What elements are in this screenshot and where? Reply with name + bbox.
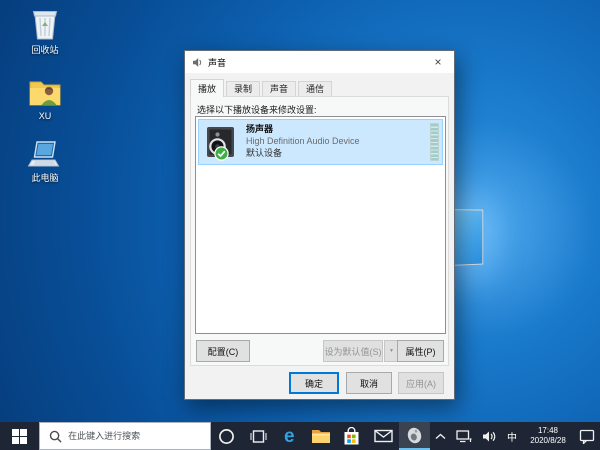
speaker-title-icon xyxy=(192,57,203,68)
task-view-icon xyxy=(249,429,267,443)
properties-button[interactable]: 属性(P) xyxy=(397,340,444,362)
this-pc-icon xyxy=(12,134,78,170)
device-description: High Definition Audio Device xyxy=(246,136,360,146)
sound-app-button[interactable] xyxy=(398,422,430,450)
edge-button[interactable]: e xyxy=(274,422,305,450)
desktop-icon-user-folder[interactable]: XU xyxy=(12,72,78,121)
network-icon xyxy=(456,429,472,442)
apply-button[interactable]: 应用(A) xyxy=(398,372,444,394)
network-tray-button[interactable] xyxy=(451,422,477,450)
sound-app-icon xyxy=(407,427,422,443)
chevron-up-icon xyxy=(435,433,446,439)
cortana-icon xyxy=(219,428,235,444)
device-default-status: 默认设备 xyxy=(246,148,283,158)
dialog-titlebar: 声音 × xyxy=(185,51,454,73)
start-button[interactable] xyxy=(0,422,39,450)
playback-device-list: 扬声器 High Definition Audio Device 默认设备 xyxy=(195,116,446,334)
windows-start-icon xyxy=(12,428,28,444)
store-button[interactable] xyxy=(336,422,367,450)
store-icon xyxy=(344,426,359,444)
ime-indicator[interactable]: 中 xyxy=(502,422,522,450)
close-icon[interactable]: × xyxy=(422,51,454,72)
ok-button[interactable]: 确定 xyxy=(289,372,339,394)
set-default-button[interactable]: 设为默认值(S) xyxy=(323,340,383,362)
action-center-button[interactable] xyxy=(574,422,600,450)
user-folder-icon xyxy=(12,72,78,108)
action-center-icon xyxy=(579,429,595,444)
desktop-icon-this-pc[interactable]: 此电脑 xyxy=(12,134,78,183)
sound-dialog: 声音 × 播放 录制 声音 通信 选择以下播放设备来修改设置: 扬声器 High… xyxy=(184,50,455,400)
dialog-title: 声音 xyxy=(208,57,227,68)
recycle-bin-icon xyxy=(12,6,78,42)
cancel-button[interactable]: 取消 xyxy=(346,372,392,394)
device-name: 扬声器 xyxy=(246,124,274,134)
tab-communications[interactable]: 通信 xyxy=(298,81,333,96)
mail-icon xyxy=(373,429,393,443)
taskbar-search[interactable] xyxy=(39,422,212,450)
clock-date: 2020/8/28 xyxy=(530,436,566,445)
mail-button[interactable] xyxy=(367,422,398,450)
file-explorer-button[interactable] xyxy=(305,422,336,450)
task-view-button[interactable] xyxy=(242,422,273,450)
desktop-icon-label: XU xyxy=(38,111,52,121)
desktop-icon-recycle-bin[interactable]: 回收站 xyxy=(12,6,78,55)
desktop-icon-label: 此电脑 xyxy=(31,173,59,183)
taskbar: e xyxy=(0,422,600,450)
tab-sounds[interactable]: 声音 xyxy=(262,81,297,96)
clock-time: 17:48 xyxy=(537,426,559,435)
instruction-text: 选择以下播放设备来修改设置: xyxy=(197,105,317,115)
volume-icon xyxy=(483,431,496,441)
edge-icon: e xyxy=(284,425,295,447)
search-input[interactable] xyxy=(68,431,211,441)
device-item-speakers[interactable]: 扬声器 High Definition Audio Device 默认设备 xyxy=(198,119,443,165)
default-device-check-icon xyxy=(214,146,229,161)
configure-button[interactable]: 配置(C) xyxy=(196,340,250,362)
tray-expand-button[interactable] xyxy=(430,422,451,450)
desktop: 回收站 XU 此电脑 声音 × 播放 录制 声音 通信 选择以下播放设备来修改设… xyxy=(0,0,600,450)
tab-recording[interactable]: 录制 xyxy=(226,81,261,96)
system-tray: 中 17:48 2020/8/28 xyxy=(430,422,600,450)
volume-level-meter xyxy=(430,123,439,161)
clock[interactable]: 17:48 2020/8/28 xyxy=(522,422,574,450)
volume-tray-button[interactable] xyxy=(477,422,502,450)
playback-tab-pane: 选择以下播放设备来修改设置: 扬声器 High Definition Audio… xyxy=(190,96,449,366)
tab-strip: 播放 录制 声音 通信 xyxy=(190,76,334,97)
tab-playback[interactable]: 播放 xyxy=(190,79,225,97)
file-explorer-icon xyxy=(311,430,330,443)
search-icon xyxy=(49,430,62,443)
desktop-icon-label: 回收站 xyxy=(31,45,59,55)
cortana-button[interactable] xyxy=(211,422,242,450)
